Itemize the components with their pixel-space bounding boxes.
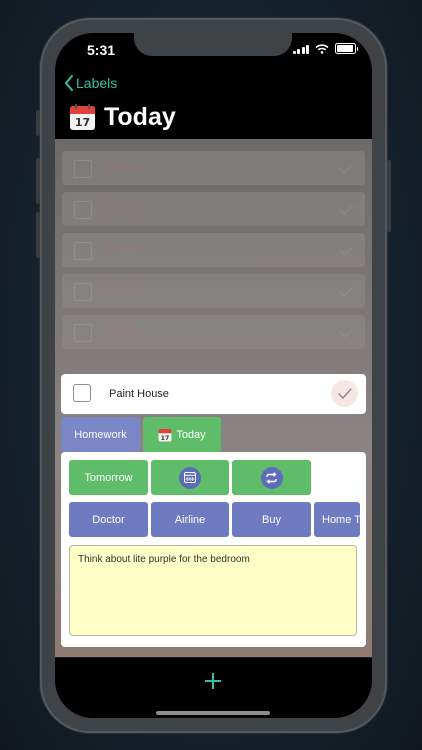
cellular-signal-icon	[292, 44, 309, 54]
navigation-bar: Labels 17 Today	[55, 67, 372, 139]
tag-today[interactable]: 17 Today	[143, 417, 221, 452]
system-icons	[292, 43, 358, 54]
label-text: Home T	[322, 513, 360, 526]
checkbox-icon	[74, 160, 92, 178]
list-item-label: iPhone	[106, 243, 141, 255]
tomorrow-label: Tomorrow	[84, 471, 133, 484]
list-item: iPhone	[62, 274, 365, 308]
checkmark-icon	[339, 159, 354, 174]
page-title: 17 Today	[69, 103, 176, 132]
task-editor-panel: Tomorrow Doctor Airline Buy Home T Think…	[61, 452, 366, 647]
label-buy-button[interactable]: Buy	[232, 502, 311, 537]
chevron-left-icon	[65, 75, 73, 91]
notch	[134, 33, 292, 56]
checkmark-icon	[337, 387, 352, 399]
notes-text: Think about lite purple for the bedroom	[78, 554, 250, 565]
date-actions-row: Tomorrow	[69, 460, 311, 495]
tag-label: Today	[176, 428, 206, 441]
checkbox-icon	[74, 283, 92, 301]
label-text: Buy	[262, 513, 281, 526]
svg-text:17: 17	[161, 434, 170, 441]
notes-textarea[interactable]: Think about lite purple for the bedroom	[69, 545, 357, 636]
list-item: iPhone	[62, 151, 365, 185]
checkbox-icon	[74, 201, 92, 219]
device-volume-down	[36, 212, 40, 258]
tag-homework[interactable]: Homework	[61, 417, 140, 452]
calendar-icon: 17	[158, 428, 172, 441]
list-item-label: iPhone	[106, 161, 141, 173]
tomorrow-button[interactable]: Tomorrow	[69, 460, 148, 495]
complete-task-button[interactable]	[331, 380, 358, 407]
list-item: Airline	[62, 192, 365, 226]
wifi-icon	[315, 43, 329, 54]
device-volume-up	[36, 158, 40, 204]
back-label: Labels	[76, 75, 118, 91]
calendar-icon	[179, 466, 201, 489]
pick-date-button[interactable]	[151, 460, 229, 495]
list-item-label: Airline	[106, 202, 137, 214]
battery-icon	[335, 43, 358, 54]
list-item-label: iPhone	[106, 284, 141, 296]
task-tags: Homework 17 Today	[61, 417, 221, 452]
tag-label: Homework	[74, 428, 127, 441]
selected-task-card[interactable]: Paint House	[61, 374, 366, 414]
label-airline-button[interactable]: Airline	[151, 502, 229, 537]
svg-text:17: 17	[75, 116, 90, 129]
checkmark-icon	[339, 282, 354, 297]
label-doctor-button[interactable]: Doctor	[69, 502, 148, 537]
checkmark-icon	[339, 241, 354, 256]
repeat-button[interactable]	[232, 460, 311, 495]
page-title-text: Today	[104, 103, 176, 131]
task-checkbox[interactable]	[73, 384, 91, 402]
task-title: Paint House	[109, 388, 169, 400]
labels-row: Doctor Airline Buy Home T	[69, 502, 360, 537]
status-bar: 5:31	[55, 33, 372, 67]
bottom-toolbar	[55, 657, 372, 718]
back-button[interactable]: Labels	[64, 75, 117, 91]
home-indicator	[156, 711, 270, 715]
status-time: 5:31	[87, 42, 116, 58]
checkbox-icon	[74, 324, 92, 342]
checkmark-icon	[339, 323, 354, 338]
checkbox-icon	[74, 242, 92, 260]
label-text: Doctor	[92, 513, 125, 526]
list-item: iPhone	[62, 233, 365, 267]
plus-icon[interactable]	[202, 670, 224, 692]
app-screen: 5:31 Labels 17 Today iPhone Airline iPho…	[55, 33, 372, 718]
label-home-button[interactable]: Home T	[314, 502, 360, 537]
list-item-label: Doctor	[106, 325, 139, 337]
checkmark-icon	[339, 200, 354, 215]
repeat-icon	[260, 466, 283, 489]
device-power-button	[387, 160, 391, 232]
device-mute-switch	[36, 110, 40, 136]
calendar-icon: 17	[70, 104, 95, 130]
list-item: Doctor	[62, 315, 365, 349]
label-text: Airline	[174, 513, 206, 526]
